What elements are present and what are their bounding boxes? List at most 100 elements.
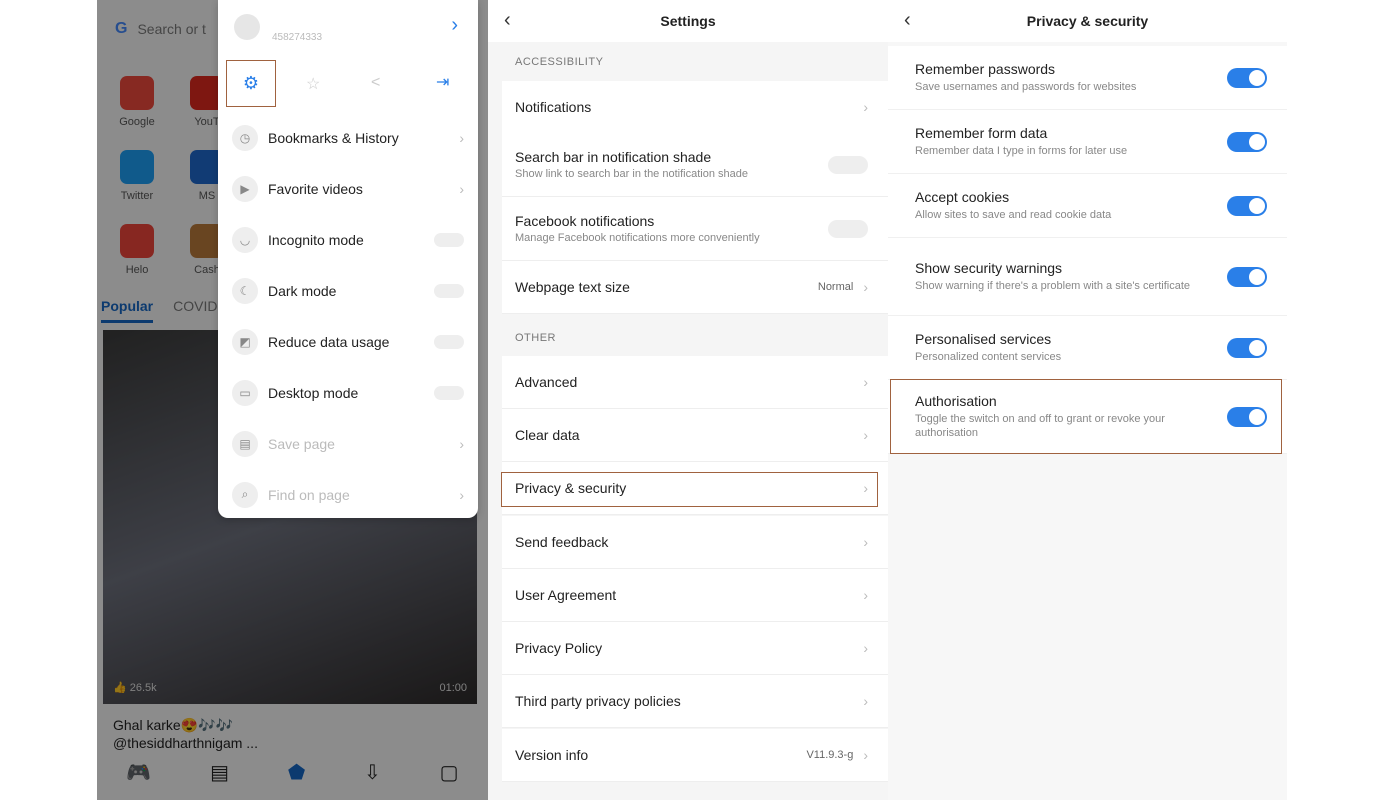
toggle-switch[interactable] bbox=[434, 283, 464, 298]
row-text: Facebook notifications Manage Facebook no… bbox=[515, 213, 828, 244]
toggle-switch[interactable] bbox=[1227, 337, 1267, 358]
row-title: Webpage text size bbox=[515, 279, 630, 295]
chevron-right-icon: › bbox=[459, 435, 464, 452]
settings-row[interactable]: Version info V11.9.3-g › bbox=[502, 729, 888, 782]
section-accessibility: ACCESSIBILITY bbox=[515, 56, 604, 68]
toggle-switch[interactable] bbox=[434, 232, 464, 247]
share-icon[interactable]: < bbox=[371, 74, 380, 92]
row-text: Search bar in notification shade Show lin… bbox=[515, 149, 828, 180]
privacy-row: Remember form data Remember data I type i… bbox=[888, 110, 1287, 174]
chevron-right-icon: › bbox=[863, 587, 868, 603]
row-title: Send feedback bbox=[515, 534, 609, 550]
chevron-right-icon: › bbox=[863, 427, 868, 443]
settings-row[interactable]: Clear data › bbox=[502, 409, 888, 462]
star-icon[interactable]: ☆ bbox=[306, 74, 320, 94]
privacy-row: Remember passwords Save usernames and pas… bbox=[888, 46, 1287, 110]
row-text: Advanced bbox=[515, 374, 863, 390]
save-icon: ▤ bbox=[232, 430, 258, 457]
chevron-right-icon: › bbox=[863, 374, 868, 390]
back-icon[interactable]: ‹ bbox=[504, 9, 511, 32]
row-title: Search bar in notification shade bbox=[515, 149, 712, 165]
settings-row[interactable]: Search bar in notification shade Show lin… bbox=[502, 133, 888, 197]
row-title: Clear data bbox=[515, 427, 580, 443]
menu-item[interactable]: ◷ Bookmarks & History › bbox=[232, 112, 464, 163]
row-title: Accept cookies bbox=[915, 189, 1010, 205]
row-text: Third party privacy policies bbox=[515, 693, 863, 709]
chevron-right-icon: › bbox=[863, 640, 868, 656]
row-value: V11.9.3-g bbox=[806, 749, 854, 761]
row-text: Webpage text size bbox=[515, 279, 818, 295]
menu-item-label: Favorite videos bbox=[268, 180, 363, 197]
menu-item-label: Bookmarks & History bbox=[268, 129, 399, 146]
menu-item-label: Dark mode bbox=[268, 282, 337, 299]
settings-row[interactable]: Privacy Policy › bbox=[502, 622, 888, 675]
chevron-right-icon: › bbox=[863, 747, 868, 763]
toggle-switch[interactable] bbox=[828, 219, 868, 238]
row-subtitle: Remember data I type in forms for later … bbox=[915, 145, 1128, 157]
chevron-right-icon: › bbox=[863, 279, 868, 295]
toggle-switch[interactable] bbox=[1227, 195, 1267, 216]
toggle-switch[interactable] bbox=[1227, 266, 1267, 287]
row-subtitle: Allow sites to save and read cookie data bbox=[915, 209, 1112, 221]
row-title: Show security warnings bbox=[915, 260, 1063, 276]
toggle-switch[interactable] bbox=[1227, 67, 1267, 88]
mask-icon: ◡ bbox=[232, 226, 258, 253]
row-subtitle: Save usernames and passwords for website… bbox=[915, 81, 1137, 93]
settings-row[interactable]: Facebook notifications Manage Facebook no… bbox=[502, 197, 888, 261]
exit-icon[interactable]: ⇥ bbox=[436, 72, 449, 92]
clock-icon: ◷ bbox=[232, 124, 258, 151]
toggle-switch[interactable] bbox=[828, 155, 868, 174]
row-subtitle: Show warning if there's a problem with a… bbox=[915, 280, 1191, 292]
row-value: Normal bbox=[817, 281, 854, 293]
menu-item[interactable]: ▤ Save page › bbox=[232, 418, 464, 469]
row-subtitle: Personalized content services bbox=[915, 351, 1062, 363]
monitor-icon: ▭ bbox=[232, 379, 258, 406]
chevron-right-icon: › bbox=[863, 693, 868, 709]
row-text: User Agreement bbox=[515, 587, 863, 603]
user-id: 458274333 bbox=[272, 32, 323, 43]
settings-row[interactable]: Advanced › bbox=[502, 356, 888, 409]
row-text: Version info bbox=[515, 747, 806, 763]
browser-menu: 458274333 › ⚙ ☆ < ⇥ ◷ Bookmarks & History… bbox=[218, 0, 478, 518]
menu-item[interactable]: ☾ Dark mode bbox=[232, 265, 464, 316]
row-text: Send feedback bbox=[515, 534, 863, 550]
menu-item-label: Incognito mode bbox=[268, 231, 364, 248]
back-icon[interactable]: ‹ bbox=[904, 9, 911, 32]
menu-item[interactable]: ▶ Favorite videos › bbox=[232, 163, 464, 214]
toggle-switch[interactable] bbox=[434, 334, 464, 349]
avatar[interactable] bbox=[234, 14, 260, 40]
search-icon: ⌕ bbox=[232, 481, 258, 508]
row-text: Show security warnings Show warning if th… bbox=[915, 260, 1227, 293]
play-icon: ▶ bbox=[232, 175, 258, 202]
row-title: Version info bbox=[515, 747, 589, 763]
row-title: Privacy Policy bbox=[515, 640, 603, 656]
chevron-right-icon: › bbox=[459, 486, 464, 503]
settings-row[interactable]: Send feedback › bbox=[502, 516, 888, 569]
row-title: Personalised services bbox=[915, 331, 1052, 347]
toggle-switch[interactable] bbox=[434, 385, 464, 400]
highlight-box bbox=[890, 379, 1282, 454]
settings-row[interactable]: Webpage text size Normal › bbox=[502, 261, 888, 314]
toggle-switch[interactable] bbox=[1227, 131, 1267, 152]
row-text: Personalised services Personalized conten… bbox=[915, 331, 1227, 364]
chevron-right-icon: › bbox=[459, 180, 464, 197]
menu-item[interactable]: ▭ Desktop mode bbox=[232, 367, 464, 418]
row-title: Third party privacy policies bbox=[515, 693, 681, 709]
menu-item[interactable]: ◡ Incognito mode bbox=[232, 214, 464, 265]
row-title: Remember form data bbox=[915, 125, 1048, 141]
row-text: Remember form data Remember data I type i… bbox=[915, 125, 1227, 158]
settings-row[interactable]: Notifications › bbox=[502, 81, 888, 134]
menu-item[interactable]: ⌕ Find on page › bbox=[232, 469, 464, 520]
privacy-panel: ‹ Privacy & security Remember passwords Sa… bbox=[888, 0, 1287, 800]
settings-icon[interactable]: ⚙ bbox=[226, 60, 276, 107]
settings-row[interactable]: Third party privacy policies › bbox=[502, 675, 888, 728]
row-title: Notifications bbox=[515, 99, 592, 115]
row-subtitle: Manage Facebook notifications more conve… bbox=[515, 232, 760, 244]
settings-panel: ‹ Settings ACCESSIBILITY OTHER Notificati… bbox=[488, 0, 888, 800]
row-subtitle: Show link to search bar in the notificat… bbox=[515, 168, 748, 180]
menu-item[interactable]: ◩ Reduce data usage bbox=[232, 316, 464, 367]
chevron-right-icon[interactable]: › bbox=[451, 14, 458, 37]
menu-item-label: Desktop mode bbox=[268, 384, 359, 401]
menu-item-label: Reduce data usage bbox=[268, 333, 390, 350]
settings-row[interactable]: User Agreement › bbox=[502, 569, 888, 622]
